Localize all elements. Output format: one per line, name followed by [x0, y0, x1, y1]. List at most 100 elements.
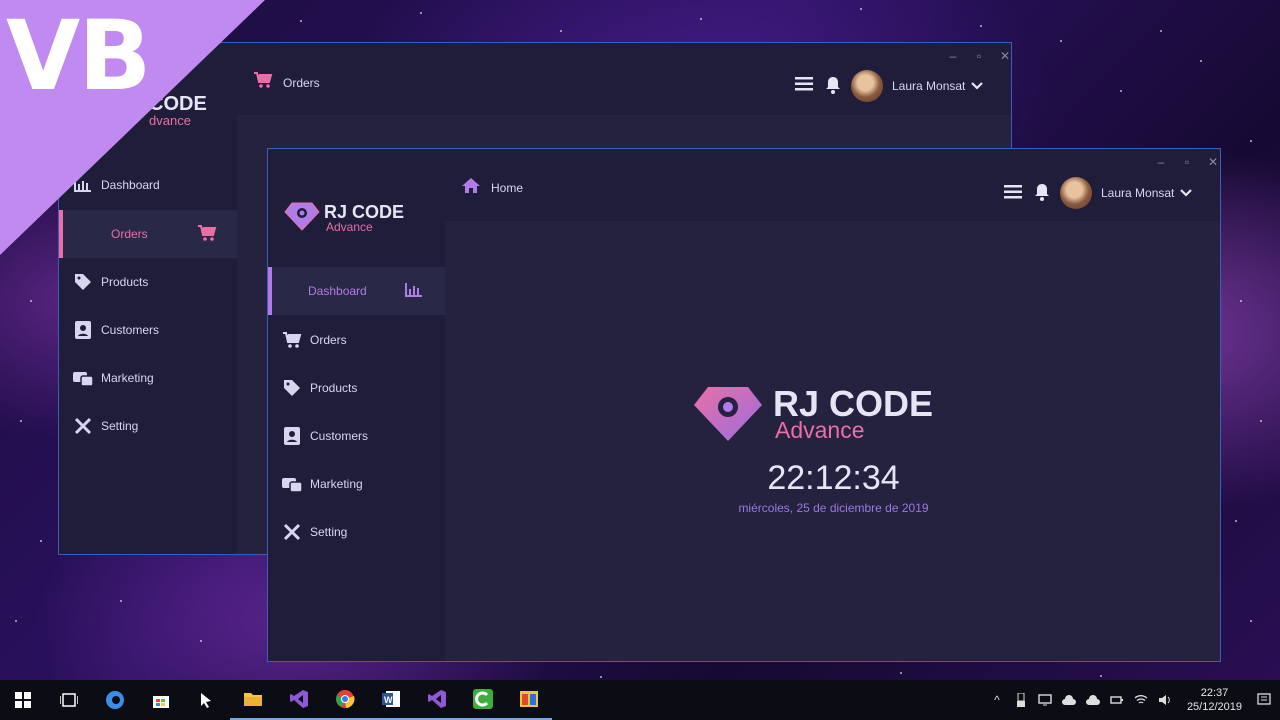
front-nav-setting[interactable]: Setting — [268, 508, 445, 556]
clock-date: miércoles, 25 de diciembre de 2019 — [738, 501, 929, 515]
front-nav-label: Customers — [310, 429, 369, 443]
tools-icon — [73, 416, 93, 436]
bell-icon[interactable] — [825, 76, 841, 99]
back-window-controls: – ▫ ✕ — [947, 49, 1011, 63]
home-logo: RJ CODE Advance — [690, 381, 960, 445]
back-nav-customers[interactable]: Customers — [59, 306, 237, 354]
back-logo-line2: dvance — [149, 113, 191, 128]
minimize-icon[interactable]: – — [947, 49, 959, 63]
marketing-icon — [73, 368, 93, 388]
speaker-icon[interactable] — [1155, 690, 1175, 710]
rj-diamond-logo-icon — [690, 383, 766, 448]
avatar — [851, 70, 883, 102]
cursor-icon[interactable] — [184, 680, 230, 720]
bell-icon[interactable] — [1034, 183, 1050, 206]
front-nav-label: Dashboard — [308, 284, 367, 298]
visual-studio-2-icon[interactable] — [414, 680, 460, 720]
front-header-title: Home — [491, 180, 524, 195]
tag-icon — [282, 378, 302, 398]
front-nav-label: Setting — [310, 525, 348, 539]
back-nav-label: Orders — [111, 227, 148, 241]
back-nav-orders[interactable]: Orders — [59, 210, 237, 258]
rj-diamond-logo-icon — [284, 201, 320, 236]
back-header-title-group: Orders — [253, 71, 320, 94]
front-sidebar: RJ CODE Advance Dashboard Orders Product… — [268, 149, 445, 661]
file-explorer-icon[interactable] — [230, 680, 276, 720]
cart-icon — [282, 330, 302, 350]
marketing-icon — [282, 474, 302, 494]
back-nav-setting[interactable]: Setting — [59, 402, 237, 450]
cart-icon — [197, 224, 217, 245]
chrome-icon[interactable] — [322, 680, 368, 720]
back-nav-label: Dashboard — [101, 178, 160, 192]
back-nav-marketing[interactable]: Marketing — [59, 354, 237, 402]
camtasia-icon[interactable] — [460, 680, 506, 720]
back-nav-label: Customers — [101, 323, 160, 337]
cart-icon — [253, 71, 273, 94]
cloud-sync-2-icon[interactable] — [1083, 690, 1103, 710]
front-nav-label: Products — [310, 381, 358, 395]
back-nav-label: Marketing — [101, 371, 154, 385]
front-nav-products[interactable]: Products — [268, 364, 445, 412]
restore-icon[interactable]: ▫ — [973, 49, 985, 63]
front-window-controls: – ▫ ✕ — [1155, 155, 1219, 169]
notifications-icon[interactable] — [1254, 690, 1274, 710]
close-icon[interactable]: ✕ — [1207, 155, 1219, 169]
windows-start-icon[interactable] — [0, 680, 46, 720]
tools-icon — [282, 522, 302, 542]
wifi-icon[interactable] — [1131, 690, 1151, 710]
front-header-title-group: Home — [461, 177, 523, 198]
chevron-down-icon — [971, 79, 984, 93]
clock-date-text: 25/12/2019 — [1186, 701, 1242, 713]
front-logo[interactable]: RJ CODE Advance — [284, 199, 434, 239]
front-nav-orders[interactable]: Orders — [268, 316, 445, 364]
vb-badge-text: VB — [6, 0, 151, 112]
cloud-sync-icon[interactable] — [1059, 690, 1079, 710]
front-nav-marketing[interactable]: Marketing — [268, 460, 445, 508]
user-name: Laura Monsat — [1101, 186, 1175, 200]
menu-icon[interactable] — [1004, 185, 1022, 204]
task-view-icon[interactable] — [46, 680, 92, 720]
app-window-icon[interactable] — [506, 680, 552, 720]
front-nav-label: Marketing — [310, 477, 363, 491]
menu-icon[interactable] — [795, 77, 813, 96]
display-icon[interactable] — [1035, 690, 1055, 710]
taskbar-clock[interactable]: 22:37 25/12/2019 — [1187, 686, 1242, 714]
front-header: Home Laura Monsat – ▫ ✕ — [445, 149, 1220, 221]
close-icon[interactable]: ✕ — [999, 49, 1011, 63]
front-logo-line2: Advance — [326, 220, 373, 234]
chevron-down-icon — [1180, 186, 1193, 200]
svg-text:W: W — [384, 695, 393, 705]
visual-studio-icon[interactable] — [276, 680, 322, 720]
clock-time: 22:12:34 — [767, 459, 900, 497]
chevron-up-icon[interactable]: ^ — [987, 690, 1007, 710]
back-nav-label: Setting — [101, 419, 139, 433]
contact-icon — [282, 426, 302, 446]
back-header: Orders Laura Monsat – ▫ ✕ — [237, 43, 1011, 115]
restore-icon[interactable]: ▫ — [1181, 155, 1193, 169]
home-icon — [461, 177, 481, 198]
front-nav-label: Orders — [310, 333, 347, 347]
edge-icon[interactable] — [92, 680, 138, 720]
user-name: Laura Monsat — [892, 79, 966, 93]
front-user-menu[interactable]: Laura Monsat — [1060, 177, 1193, 209]
minimize-icon[interactable]: – — [1155, 155, 1167, 169]
system-tray: ^ 22:37 25/12/2019 — [987, 680, 1280, 720]
back-user-menu[interactable]: Laura Monsat — [851, 70, 984, 102]
front-nav-dashboard[interactable]: Dashboard — [268, 267, 445, 315]
contact-icon — [73, 320, 93, 340]
back-header-title: Orders — [283, 75, 320, 90]
avatar — [1060, 177, 1092, 209]
front-window: RJ CODE Advance Dashboard Orders Product… — [267, 148, 1221, 662]
word-icon[interactable]: W — [368, 680, 414, 720]
taskbar: W ^ 22:37 25/12/2019 — [0, 680, 1280, 720]
home-content: RJ CODE Advance 22:12:34 miércoles, 25 d… — [445, 221, 1220, 661]
power-plug-icon[interactable] — [1107, 690, 1127, 710]
front-nav-customers[interactable]: Customers — [268, 412, 445, 460]
tag-icon — [73, 272, 93, 292]
clock-time-text: 22:37 — [1200, 687, 1229, 699]
back-nav-products[interactable]: Products — [59, 258, 237, 306]
usb-icon[interactable] — [1011, 690, 1031, 710]
store-icon[interactable] — [138, 680, 184, 720]
home-logo-line2: Advance — [775, 417, 865, 443]
